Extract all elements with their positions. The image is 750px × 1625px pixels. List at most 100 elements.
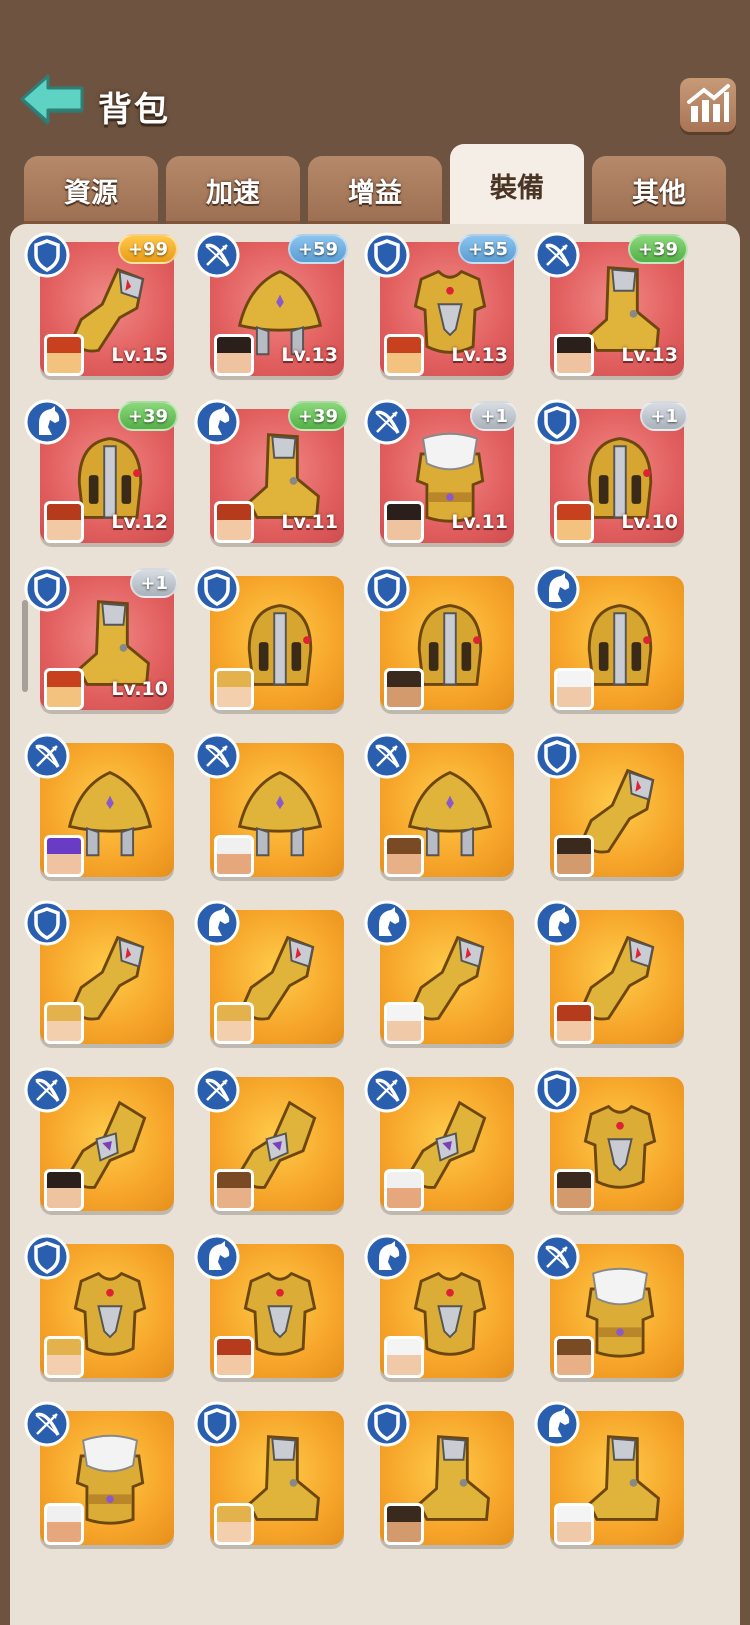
shield-class-icon xyxy=(24,1234,70,1280)
bow-class-icon xyxy=(24,733,70,779)
equipment-item[interactable] xyxy=(194,733,344,883)
hero-avatar xyxy=(384,1503,424,1545)
stats-button[interactable] xyxy=(680,78,736,132)
equipment-item[interactable] xyxy=(534,1067,684,1217)
page-title: 背包 xyxy=(98,90,170,130)
equipment-item[interactable] xyxy=(364,1067,514,1217)
tab-other[interactable]: 其他 xyxy=(592,156,726,224)
hero-avatar xyxy=(214,1169,254,1211)
equipment-item[interactable] xyxy=(24,1067,174,1217)
equipment-item[interactable] xyxy=(24,1401,174,1551)
shield-class-icon xyxy=(364,566,410,612)
equipment-item[interactable]: +99 Lv.15 xyxy=(24,232,178,382)
equipment-item[interactable] xyxy=(194,566,344,716)
enhance-badge: +99 xyxy=(117,234,178,264)
hero-avatar xyxy=(214,501,254,543)
bow-class-icon xyxy=(364,733,410,779)
hero-avatar xyxy=(44,1169,84,1211)
equipment-item[interactable] xyxy=(364,1401,514,1551)
horse-class-icon xyxy=(364,1234,410,1280)
shield-class-icon xyxy=(24,900,70,946)
back-button[interactable] xyxy=(18,72,88,132)
enhance-badge: +39 xyxy=(287,401,348,431)
equipment-item[interactable] xyxy=(364,566,514,716)
equipment-item[interactable]: +39 Lv.11 xyxy=(194,399,348,549)
bow-class-icon xyxy=(24,1067,70,1113)
bar-chart-icon xyxy=(687,84,730,122)
equipment-item[interactable] xyxy=(364,733,514,883)
horse-class-icon xyxy=(194,900,240,946)
tab-resources[interactable]: 資源 xyxy=(24,156,158,224)
bow-class-icon xyxy=(194,232,240,278)
item-level: Lv.12 xyxy=(111,511,168,533)
equipment-item[interactable] xyxy=(534,566,684,716)
equipment-item[interactable]: +59 Lv.13 xyxy=(194,232,348,382)
shield-class-icon xyxy=(364,232,410,278)
equipment-item[interactable] xyxy=(24,900,174,1050)
shield-class-icon xyxy=(364,1401,410,1447)
hero-avatar xyxy=(44,1503,84,1545)
equipment-item[interactable] xyxy=(194,1067,344,1217)
hero-avatar xyxy=(44,835,84,877)
tab-equipment[interactable]: 裝備 xyxy=(450,144,584,226)
equipment-item[interactable] xyxy=(364,900,514,1050)
enhance-badge: +39 xyxy=(117,401,178,431)
hero-avatar xyxy=(214,668,254,710)
item-level: Lv.10 xyxy=(621,511,678,533)
horse-class-icon xyxy=(194,399,240,445)
bow-class-icon xyxy=(364,399,410,445)
item-level: Lv.13 xyxy=(451,344,508,366)
back-arrow-icon xyxy=(20,74,84,126)
horse-class-icon xyxy=(534,900,580,946)
bow-class-icon xyxy=(194,1067,240,1113)
equipment-item[interactable] xyxy=(194,1401,344,1551)
hero-avatar xyxy=(554,501,594,543)
equipment-item[interactable] xyxy=(534,733,684,883)
hero-avatar xyxy=(44,1336,84,1378)
category-tabs: 資源 加速 增益 裝備 其他 xyxy=(0,144,750,226)
equipment-item[interactable] xyxy=(194,900,344,1050)
hero-avatar xyxy=(214,1336,254,1378)
equipment-item[interactable] xyxy=(534,1401,684,1551)
shield-class-icon xyxy=(24,232,70,278)
equipment-item[interactable]: +55 Lv.13 xyxy=(364,232,518,382)
equipment-item[interactable]: +39 Lv.13 xyxy=(534,232,688,382)
hero-avatar xyxy=(384,334,424,376)
enhance-badge: +59 xyxy=(287,234,348,264)
hero-avatar xyxy=(384,1169,424,1211)
horse-class-icon xyxy=(24,399,70,445)
hero-avatar xyxy=(554,1002,594,1044)
item-level: Lv.10 xyxy=(111,678,168,700)
hero-avatar xyxy=(214,334,254,376)
equipment-item[interactable] xyxy=(24,1234,174,1384)
enhance-badge: +55 xyxy=(457,234,518,264)
equipment-item[interactable]: +39 Lv.12 xyxy=(24,399,178,549)
hero-avatar xyxy=(214,1002,254,1044)
hero-avatar xyxy=(384,668,424,710)
equipment-item[interactable]: +1 Lv.10 xyxy=(534,399,688,549)
hero-avatar xyxy=(384,1336,424,1378)
equipment-item[interactable] xyxy=(194,1234,344,1384)
shield-class-icon xyxy=(534,733,580,779)
equipment-item[interactable] xyxy=(24,733,174,883)
equipment-grid: +99 Lv.15 +59 Lv.13 +55 Lv.13 +39 Lv.13 … xyxy=(10,224,740,1625)
hero-avatar xyxy=(384,1002,424,1044)
equipment-item[interactable]: +1 Lv.10 xyxy=(24,566,178,716)
equipment-item[interactable] xyxy=(364,1234,514,1384)
horse-class-icon xyxy=(194,1234,240,1280)
horse-class-icon xyxy=(534,1401,580,1447)
tab-boosts[interactable]: 增益 xyxy=(308,156,442,224)
scrollbar[interactable] xyxy=(22,600,28,692)
equipment-panel: +99 Lv.15 +59 Lv.13 +55 Lv.13 +39 Lv.13 … xyxy=(10,224,740,1625)
equipment-item[interactable] xyxy=(534,900,684,1050)
hero-avatar xyxy=(384,835,424,877)
hero-avatar xyxy=(554,835,594,877)
equipment-item[interactable] xyxy=(534,1234,684,1384)
tab-speedups[interactable]: 加速 xyxy=(166,156,300,224)
bow-class-icon xyxy=(364,1067,410,1113)
hero-avatar xyxy=(554,1336,594,1378)
shield-class-icon xyxy=(534,399,580,445)
hero-avatar xyxy=(554,334,594,376)
horse-class-icon xyxy=(364,900,410,946)
equipment-item[interactable]: +1 Lv.11 xyxy=(364,399,518,549)
